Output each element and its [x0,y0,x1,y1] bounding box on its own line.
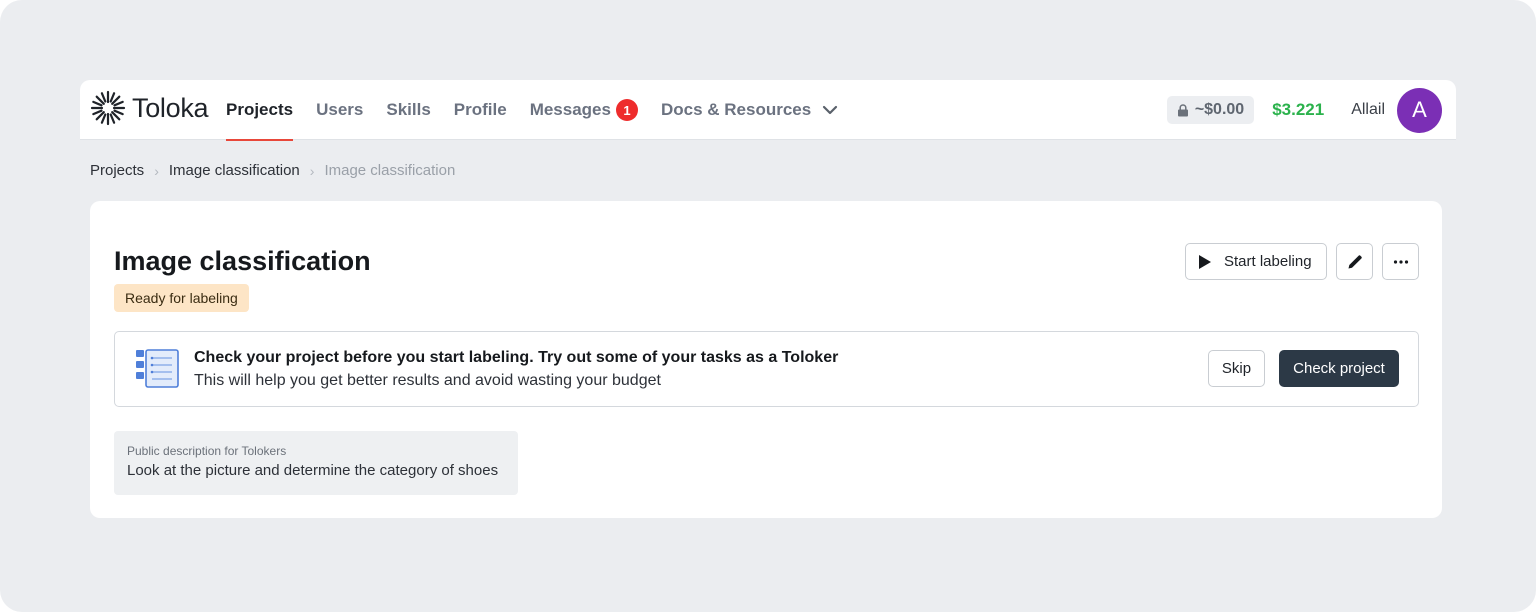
edit-button[interactable] [1336,243,1373,280]
main-nav: Projects Users Skills Profile Messages 1… [226,80,862,141]
avatar-letter: A [1412,97,1427,122]
more-dots-icon [1393,259,1408,264]
check-project-label: Check project [1293,360,1385,377]
nav-skills[interactable]: Skills [386,80,430,140]
check-project-button[interactable]: Check project [1279,350,1399,387]
page-background: Toloka Projects Users Skills Profile Mes… [0,0,1536,612]
skip-label: Skip [1221,360,1252,377]
start-labeling-button[interactable]: Start labeling [1185,243,1327,280]
locked-funds[interactable]: ~$0.00 [1166,96,1255,124]
nav-label: Messages [529,100,611,119]
page-title: Image classification [114,246,371,276]
username[interactable]: Allail [1351,101,1385,119]
check-project-banner: Check your project before you start labe… [114,331,1419,407]
start-labeling-label: Start labeling [1224,253,1312,270]
nav-profile[interactable]: Profile [454,80,507,140]
breadcrumb: Projects › Image classification › Image … [90,162,455,179]
account-area: ~$0.00 $3.221 Allail A [1166,80,1442,140]
more-button[interactable] [1382,243,1419,280]
chevron-down-icon [823,105,838,115]
nav-projects[interactable]: Projects [226,80,294,141]
nav-label: Docs & Resources [660,100,812,119]
checklist-icon [136,349,179,388]
public-description-text: Look at the picture and determine the ca… [127,462,499,479]
status-badge: Ready for labeling [114,284,249,312]
logo-text: Toloka [132,92,209,123]
nav-docs-resources[interactable]: Docs & Resources [661,80,839,140]
breadcrumb-project[interactable]: Image classification [169,162,300,179]
messages-count-badge: 1 [615,99,638,121]
public-description: Public description for Tolokers Look at … [114,431,518,495]
skip-button[interactable]: Skip [1208,350,1265,387]
nav-messages[interactable]: Messages 1 [530,80,638,140]
project-actions: Start labeling [1185,243,1419,280]
lock-icon [1177,103,1188,116]
avatar[interactable]: A [1397,87,1442,133]
breadcrumb-separator: › [309,162,315,179]
project-card: Image classification Ready for labeling … [90,201,1442,518]
nav-label: Skills [386,100,431,119]
toloka-burst-icon [90,90,126,126]
banner-title: Check your project before you start labe… [194,349,839,366]
pencil-icon [1348,254,1362,268]
breadcrumb-separator: › [154,162,159,179]
nav-label: Profile [453,100,507,119]
nav-label: Projects [226,100,294,119]
play-icon [1199,254,1211,269]
locked-amount: ~$0.00 [1194,101,1245,118]
account-balance[interactable]: $3.221 [1272,100,1324,120]
public-description-label: Public description for Tolokers [127,444,287,458]
banner-subtitle: This will help you get better results an… [194,372,661,389]
status-label: Ready for labeling [125,290,238,306]
logo[interactable]: Toloka [90,90,209,126]
top-navigation-bar: Toloka Projects Users Skills Profile Mes… [80,80,1456,141]
breadcrumb-projects[interactable]: Projects [90,162,144,179]
nav-label: Users [316,100,364,119]
nav-users[interactable]: Users [316,80,363,140]
breadcrumb-current: Image classification [324,162,456,179]
